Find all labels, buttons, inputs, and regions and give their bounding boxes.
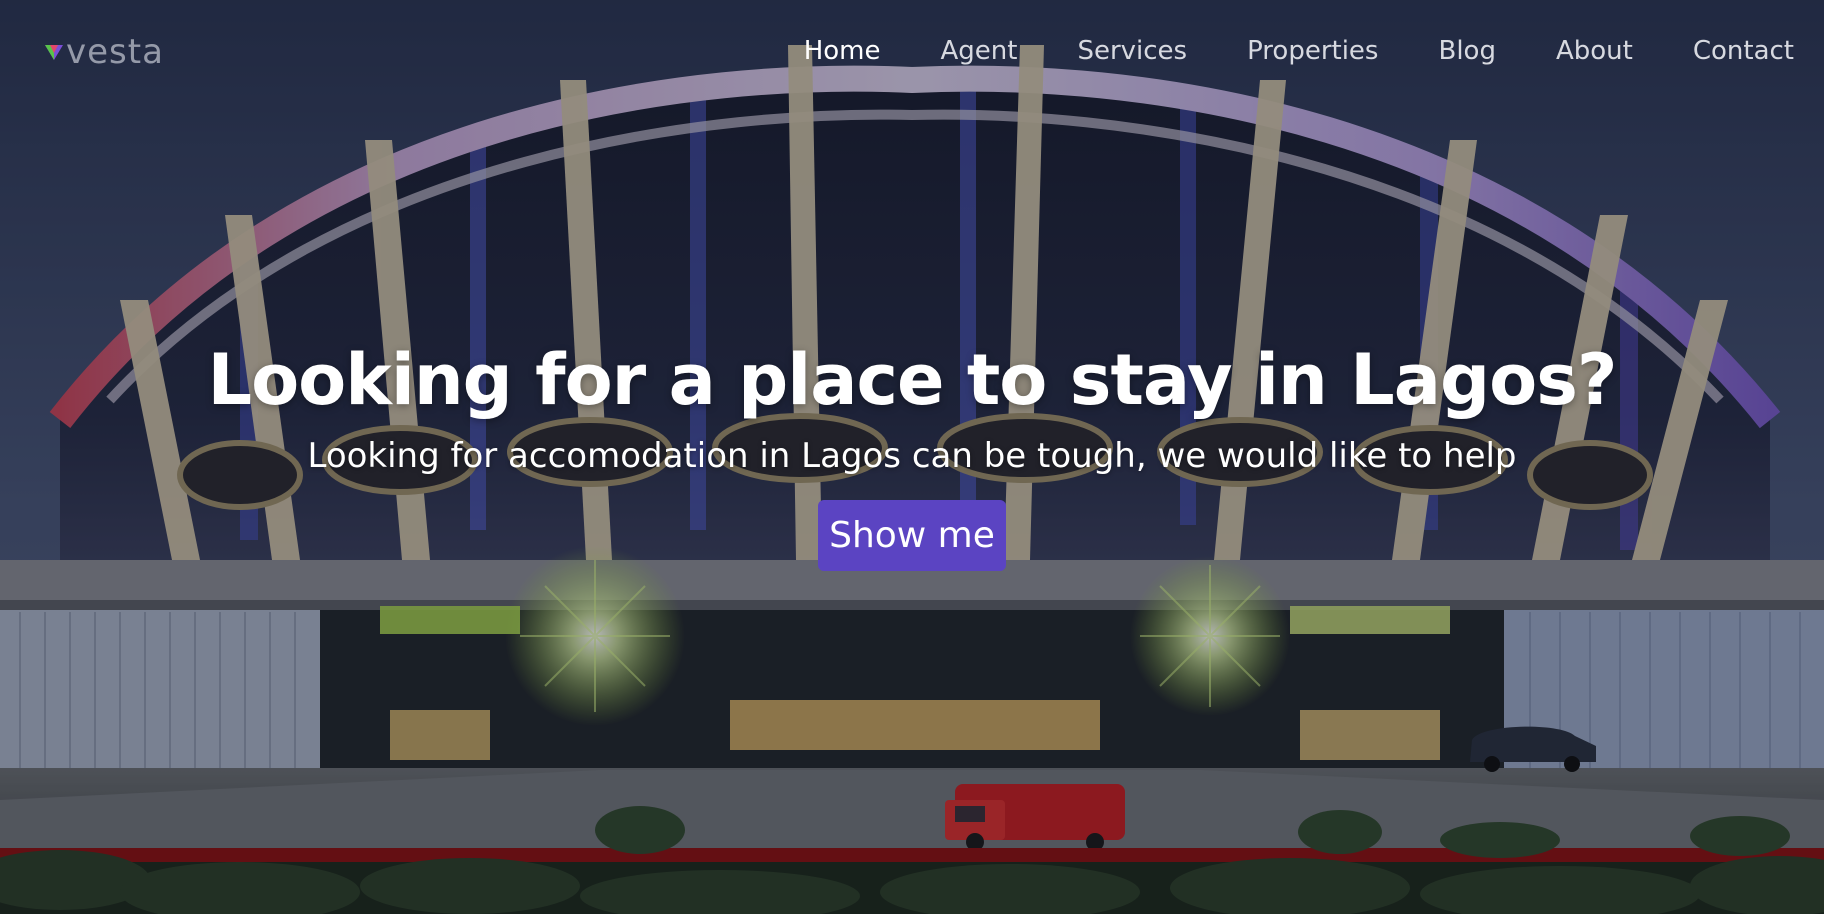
triangle-mark-icon	[45, 45, 63, 60]
hero-subheadline: Looking for accomodation in Lagos can be…	[307, 436, 1517, 476]
nav-link-about[interactable]: About	[1556, 34, 1633, 68]
nav-link-home[interactable]: Home	[804, 34, 881, 68]
show-me-button[interactable]: Show me	[818, 500, 1006, 571]
main-navigation: Home Agent Services Properties Blog Abou…	[744, 34, 1794, 68]
hero-headline: Looking for a place to stay in Lagos?	[207, 339, 1617, 421]
brand-logo[interactable]: vesta	[44, 30, 164, 74]
nav-link-agent[interactable]: Agent	[940, 34, 1017, 68]
hero-section: vesta Home Agent Services Properties Blo…	[0, 0, 1824, 914]
nav-link-contact[interactable]: Contact	[1693, 34, 1794, 68]
nav-link-services[interactable]: Services	[1077, 34, 1187, 68]
nav-link-blog[interactable]: Blog	[1438, 34, 1495, 68]
nav-link-properties[interactable]: Properties	[1247, 34, 1378, 68]
brand-logo-text: vesta	[66, 32, 164, 72]
top-navbar: vesta Home Agent Services Properties Blo…	[0, 0, 1824, 100]
